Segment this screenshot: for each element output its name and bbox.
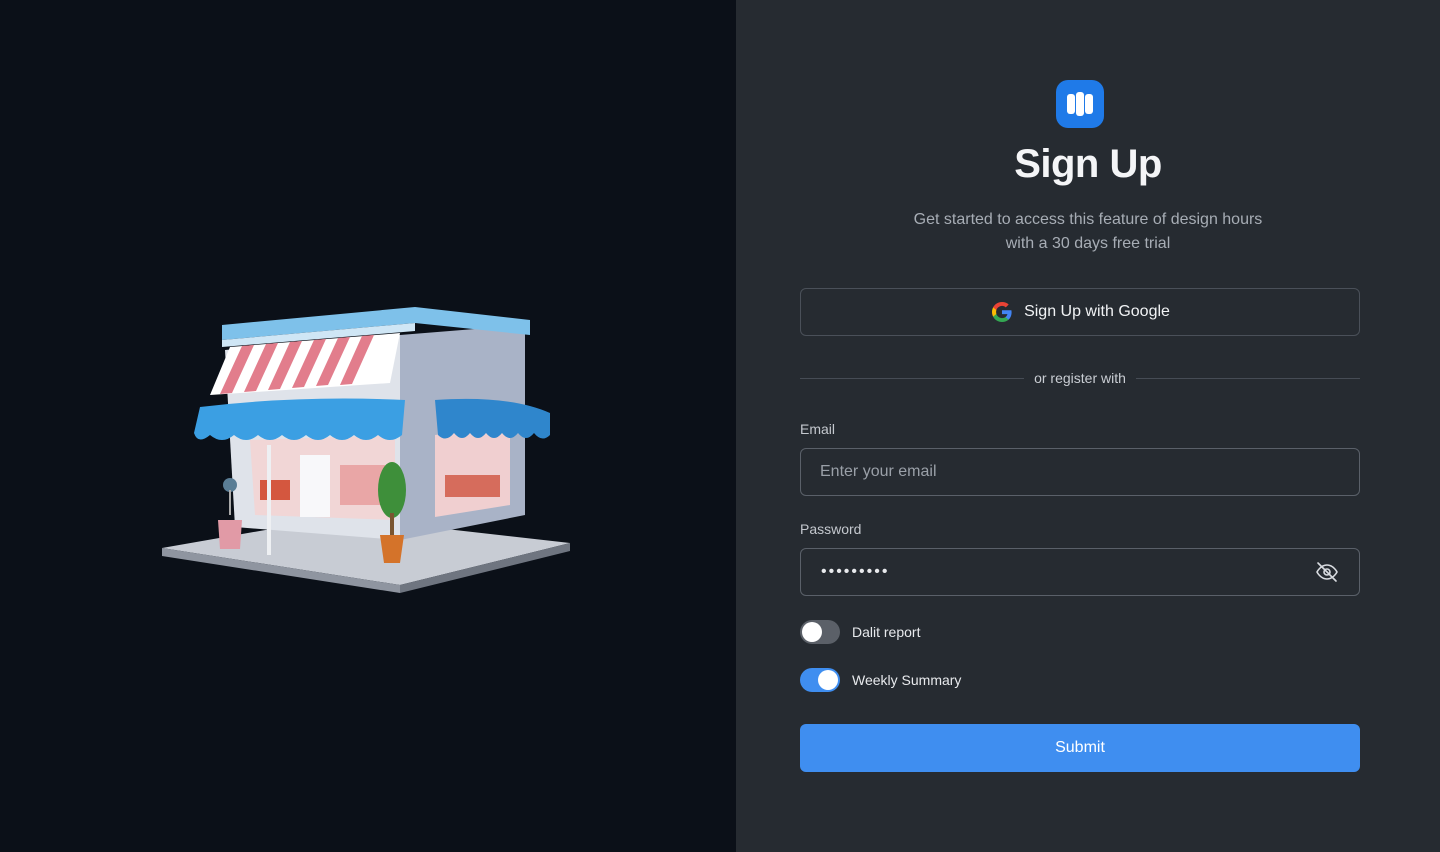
google-signup-button[interactable]: Sign Up with Google (800, 288, 1360, 336)
password-field[interactable]: ••••••••• (800, 548, 1360, 596)
weekly-summary-label: Weekly Summary (852, 672, 962, 688)
divider-line-right (1135, 377, 1360, 379)
eye-off-icon[interactable] (1315, 560, 1339, 584)
dalit-report-toggle[interactable] (800, 620, 840, 644)
divider-line-left (800, 377, 1025, 379)
divider: or register with (800, 366, 1360, 390)
illustration-panel (0, 0, 736, 852)
password-label: Password (800, 521, 862, 537)
toggle-knob (802, 622, 822, 642)
page-subtitle: Get started to access this feature of de… (736, 208, 1440, 256)
password-value: ••••••••• (821, 563, 890, 580)
storefront-illustration (162, 307, 570, 593)
google-button-label: Sign Up with Google (1024, 303, 1170, 320)
email-label: Email (800, 421, 836, 437)
app-logo (1056, 80, 1104, 128)
subtitle-line-2: with a 30 days free trial (1005, 235, 1171, 252)
page-title: Sign Up (1014, 142, 1162, 186)
submit-button[interactable]: Submit (800, 724, 1360, 772)
google-icon (992, 302, 1012, 322)
subtitle-line-1: Get started to access this feature of de… (913, 211, 1263, 228)
signup-panel: Sign Up Get started to access this featu… (736, 0, 1440, 852)
weekly-summary-toggle[interactable] (800, 668, 840, 692)
book-icon (1067, 92, 1093, 116)
toggle-row-dalit-report: Dalit report (800, 620, 920, 644)
toggle-knob (818, 670, 838, 690)
email-field[interactable] (800, 448, 1360, 496)
dalit-report-label: Dalit report (852, 624, 921, 640)
divider-text: or register with (1034, 370, 1126, 386)
toggle-row-weekly-summary: Weekly Summary (800, 668, 961, 692)
